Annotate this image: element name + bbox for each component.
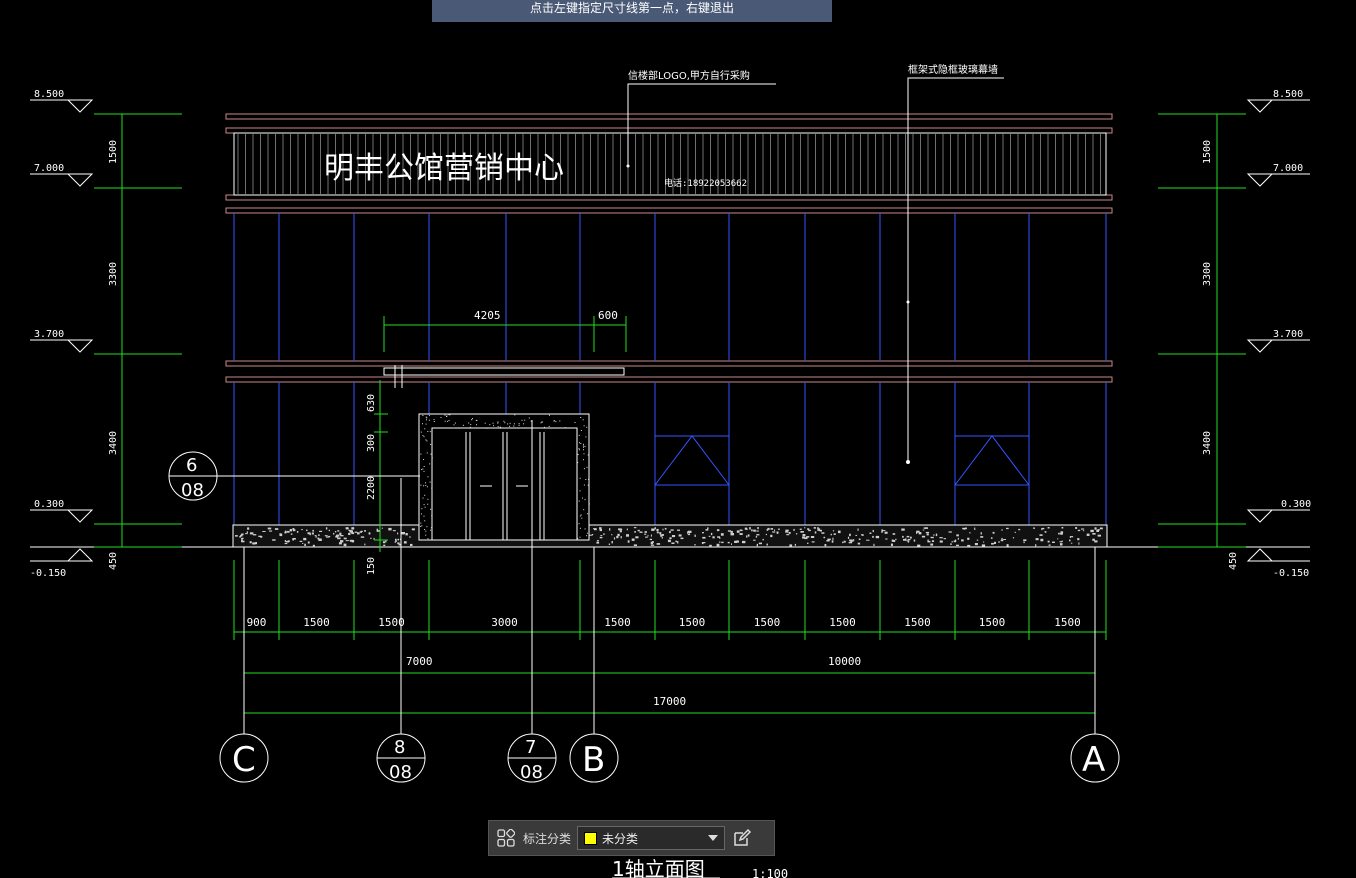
canopy-dim-600: 600 (598, 309, 618, 322)
door-dim-2200: 2200 (366, 476, 377, 500)
category-selected-value: 未分类 (602, 831, 639, 846)
axis-b-label: B (582, 740, 605, 780)
edit-icon[interactable] (731, 827, 753, 849)
vdim-left-3300: 3300 (108, 262, 119, 286)
category-color-swatch (584, 831, 598, 845)
elev-left-3700: 3.700 (34, 329, 64, 340)
bottom-dim-5: 1500 (679, 616, 706, 629)
cad-drawing-canvas[interactable]: 明丰公馆营销中心 电话:18922053662 信楼部LOGO,甲方自行采购 框… (0, 0, 1356, 878)
annotation-category-select[interactable]: 未分类 (577, 826, 726, 850)
elev-left-minus0150: -0.150 (30, 568, 66, 579)
vdim-left-450: 450 (108, 552, 119, 570)
axis-a-label: A (1082, 740, 1105, 780)
section-7-bottom: 08 (520, 762, 543, 783)
command-prompt-text: 点击左键指定尺寸线第一点，右键退出 (529, 1, 734, 15)
section-8-bottom: 08 (389, 762, 412, 783)
section-6-bottom: 08 (181, 480, 204, 501)
elev-right-3700: 3.700 (1273, 329, 1303, 340)
grid-icon[interactable] (495, 827, 517, 849)
bottom-dim-10: 1500 (1054, 616, 1081, 629)
vdim-left-3400: 3400 (108, 431, 119, 455)
section-8-top: 8 (394, 737, 405, 758)
elev-left-8500: 8.500 (34, 89, 64, 100)
elev-right-0300: 0.300 (1281, 499, 1311, 510)
phone-text: 电话:18922053662 (664, 177, 747, 189)
bottom-dim-6: 1500 (754, 616, 781, 629)
section-6-top: 6 (186, 455, 197, 476)
drawing-title: 1轴立面图 (612, 857, 705, 878)
elev-right-8500: 8.500 (1273, 89, 1303, 100)
elev-right-minus0150: -0.150 (1273, 568, 1309, 579)
door-dim-150: 150 (366, 557, 377, 575)
bottom-dim-3: 3000 (491, 616, 518, 629)
note-curtain-wall: 框架式隐框玻璃幕墙 (908, 63, 998, 76)
door-dim-630: 630 (366, 394, 377, 412)
dim-7000: 7000 (406, 655, 433, 668)
dim-17000: 17000 (653, 695, 686, 708)
vdim-right-1500: 1500 (1202, 140, 1213, 164)
door-dim-300: 300 (366, 434, 377, 452)
drawing-scale: 1:100 (752, 867, 788, 878)
vdim-left-1500: 1500 (108, 140, 119, 164)
elev-left-7000: 7.000 (34, 163, 64, 174)
note-logo: 信楼部LOGO,甲方自行采购 (628, 69, 750, 82)
bottom-dim-0: 900 (247, 616, 267, 629)
bottom-dim-9: 1500 (979, 616, 1006, 629)
annotation-category-toolbar: 标注分类 未分类 (488, 820, 775, 856)
bottom-dim-4: 1500 (604, 616, 631, 629)
elev-left-0300: 0.300 (34, 499, 64, 510)
vdim-right-3300: 3300 (1202, 262, 1213, 286)
elev-right-7000: 7.000 (1273, 163, 1303, 174)
bottom-dim-7: 1500 (829, 616, 856, 629)
annotation-category-label: 标注分类 (523, 831, 572, 846)
section-7-top: 7 (525, 737, 536, 758)
vdim-right-450: 450 (1228, 552, 1239, 570)
canopy-dim-4205: 4205 (474, 309, 501, 322)
command-prompt-bar: 点击左键指定尺寸线第一点，右键退出 (432, 0, 832, 22)
sign-text: 明丰公馆营销中心 (324, 151, 564, 186)
vdim-right-3400: 3400 (1202, 431, 1213, 455)
chevron-down-icon[interactable] (708, 835, 719, 841)
axis-c-label: C (232, 740, 256, 780)
entrance-door (418, 413, 590, 541)
bottom-dim-8: 1500 (904, 616, 931, 629)
bottom-dim-1: 1500 (303, 616, 330, 629)
dim-10000: 10000 (828, 655, 861, 668)
